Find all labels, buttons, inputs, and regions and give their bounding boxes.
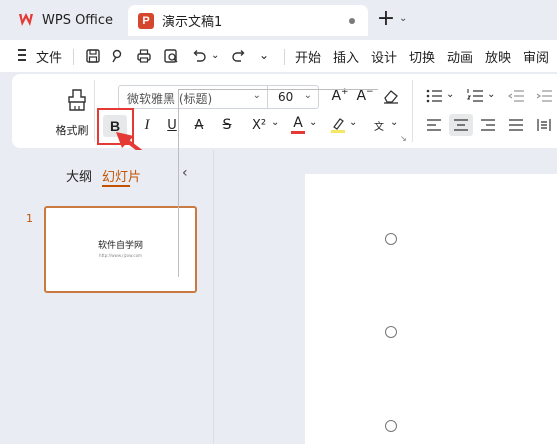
tab-slides[interactable]: 幻灯片 (102, 166, 141, 185)
slide-number: 1 (26, 212, 33, 225)
menu-slideshow[interactable]: 放映 (485, 47, 511, 66)
format-painter-icon (67, 89, 86, 111)
menu-review[interactable]: 审阅 (523, 47, 549, 66)
resize-handle-bottom-left[interactable] (385, 420, 397, 432)
home-tab[interactable]: WPS Office (8, 6, 122, 34)
more-chevron-icon[interactable]: ⌄ (259, 48, 269, 62)
format-painter-label: 格式刷 (55, 124, 89, 137)
resize-handle-top-left[interactable] (385, 233, 397, 245)
clear-format-eraser-icon[interactable] (382, 87, 400, 105)
redo-icon[interactable] (230, 47, 248, 65)
document-tab[interactable]: P 演示文稿1 (128, 5, 368, 36)
print-icon[interactable] (135, 47, 153, 65)
save-icon[interactable] (84, 47, 102, 65)
menu-design[interactable]: 设计 (371, 47, 397, 66)
align-center-button[interactable] (449, 114, 473, 136)
chevron-down-icon[interactable]: ⌄ (390, 117, 398, 128)
active-tab-indicator (102, 185, 130, 187)
increase-indent-icon[interactable] (536, 88, 554, 104)
thumbnail-title: 软件自学网 (97, 241, 143, 251)
underline-icon: U (167, 117, 177, 133)
thumbnail-subtitle: http://www.rjzxw.com (99, 253, 142, 258)
title-placeholder-box[interactable] (178, 89, 378, 277)
bullet-list-icon[interactable] (426, 88, 444, 104)
align-right-icon[interactable] (480, 118, 496, 132)
tab-outline[interactable]: 大纲 (66, 166, 92, 185)
menu-hamburger-icon[interactable] (18, 49, 28, 61)
undo-icon[interactable] (190, 47, 208, 65)
title-tab-bar: WPS Office P 演示文稿1 + ⌄ (0, 0, 557, 40)
chevron-down-icon[interactable]: ⌄ (399, 13, 407, 24)
menu-start[interactable]: 开始 (295, 47, 321, 66)
numbered-list-icon[interactable] (467, 88, 485, 104)
chevron-down-icon[interactable]: ⌄ (446, 89, 454, 100)
home-tab-label: WPS Office (42, 12, 114, 28)
align-center-icon (454, 119, 468, 131)
format-painter-button[interactable]: 格式刷 (48, 88, 100, 140)
divider (94, 80, 95, 142)
divider (73, 49, 74, 65)
undo-dropdown-chevron-icon[interactable]: ⌄ (211, 50, 219, 61)
align-left-icon[interactable] (426, 118, 442, 132)
slide-thumbnail[interactable]: 软件自学网 http://www.rjzxw.com (44, 206, 197, 293)
wps-logo-icon (19, 13, 33, 26)
decrease-indent-icon[interactable] (508, 88, 526, 104)
menu-insert[interactable]: 插入 (333, 47, 359, 66)
distribute-text-icon[interactable] (536, 117, 552, 133)
share-icon[interactable] (108, 47, 126, 65)
resize-handle-middle-left[interactable] (385, 326, 397, 338)
chevron-down-icon[interactable]: ⌄ (487, 89, 495, 100)
document-tab-title: 演示文稿1 (162, 15, 223, 30)
print-preview-icon[interactable] (162, 47, 180, 65)
new-tab-button[interactable]: + (376, 8, 396, 31)
file-menu[interactable]: 文件 (36, 47, 62, 66)
menu-animation[interactable]: 动画 (447, 47, 473, 66)
divider (412, 80, 413, 142)
menu-transition[interactable]: 切换 (409, 47, 435, 66)
presentation-badge-icon: P (138, 12, 154, 29)
divider (284, 49, 285, 65)
menu-bar: 文件 ⌄ ⌄ 开始 插入 设计 切换 动画 放映 审阅 (0, 40, 557, 72)
font-dialog-launcher-icon[interactable]: ↘ (400, 134, 407, 143)
unsaved-dot-icon[interactable] (349, 18, 355, 24)
justify-icon[interactable] (508, 118, 524, 132)
